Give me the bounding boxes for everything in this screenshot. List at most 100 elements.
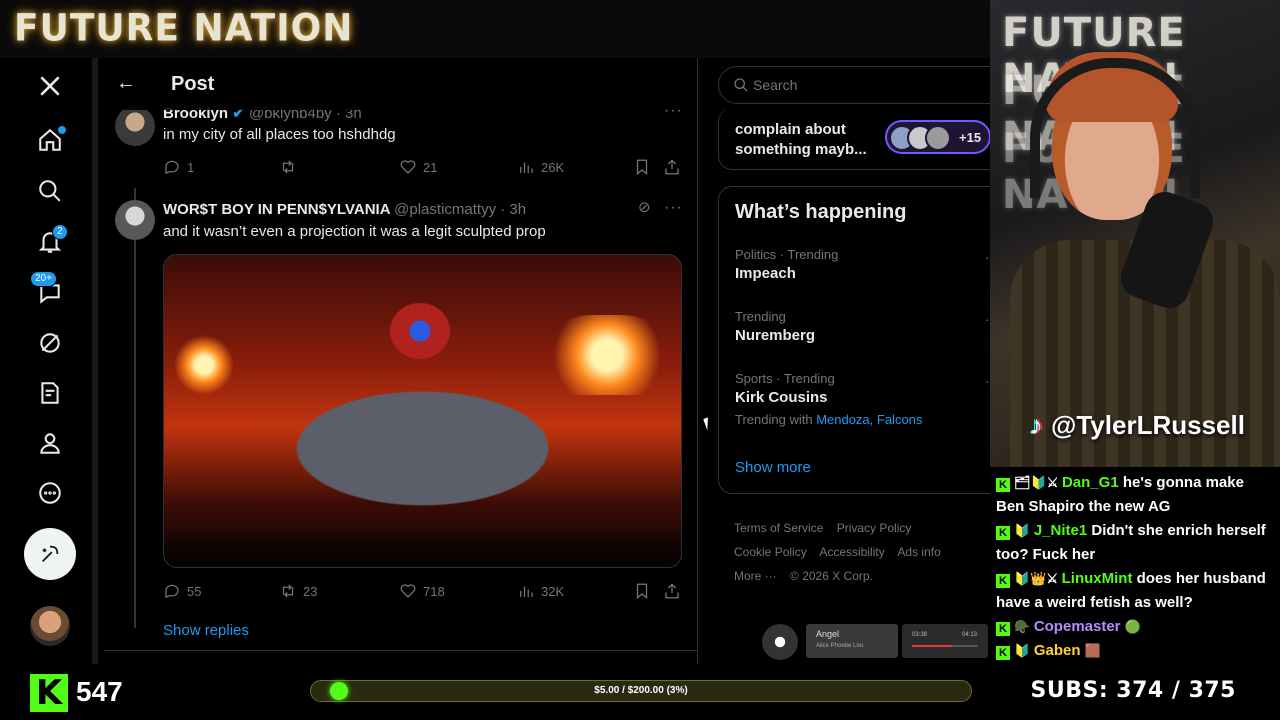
follower-count: 547 — [76, 676, 123, 707]
bookmark-button[interactable] — [633, 158, 651, 176]
album-art — [762, 624, 798, 660]
like-button[interactable]: 21 — [399, 158, 437, 176]
heart-icon — [400, 160, 416, 174]
bell-icon[interactable]: 2 — [30, 222, 70, 262]
trend-item[interactable]: Sports · Trending Kirk Cousins Trending … — [735, 371, 990, 427]
track-elapsed: 03:38 — [912, 632, 928, 638]
trend-item[interactable]: Politics · Trending Impeach — [735, 247, 990, 282]
search-input[interactable]: Search — [718, 66, 990, 104]
share-button[interactable] — [663, 582, 681, 600]
tweet-more-icon[interactable]: ··· — [664, 199, 683, 217]
live-space-card[interactable]: complain about something mayb... +15 — [718, 108, 990, 170]
message-badge: 20+ — [30, 271, 57, 287]
share-icon — [665, 583, 679, 599]
tweet-avatar[interactable] — [115, 200, 155, 240]
kick-badge-icon: K — [996, 478, 1010, 492]
flame-effect — [174, 335, 234, 395]
views-icon — [520, 586, 533, 597]
tweet-author-name[interactable]: WOR$T BOY IN PENN$YLVANIA @plasticmattyy… — [163, 201, 526, 218]
kick-badge-icon: K — [996, 646, 1010, 660]
profile-icon[interactable] — [30, 423, 70, 463]
x-logo-icon[interactable] — [30, 66, 70, 106]
views-icon — [520, 162, 533, 173]
copyright: © 2026 X Corp. — [790, 569, 873, 583]
home-notification-dot — [58, 126, 66, 134]
tweet-media-image[interactable] — [163, 254, 682, 568]
tiktok-handle: ♪ @TylerLRussell — [1030, 410, 1245, 440]
tweet-actions: 55 23 718 32K — [163, 582, 683, 602]
thread-connector-line — [134, 188, 136, 628]
share-button[interactable] — [663, 158, 681, 176]
views-button[interactable]: 26K — [517, 158, 564, 176]
stream-chat: K 🗂🔰⚔ Dan_G1 he's gonna make Ben Shapiro … — [990, 467, 1280, 667]
privacy-link[interactable]: Privacy Policy — [837, 521, 912, 535]
cookie-link[interactable]: Cookie Policy — [734, 545, 807, 559]
drafts-icon[interactable] — [30, 373, 70, 413]
home-icon[interactable] — [30, 120, 70, 160]
kick-badge-icon: K — [996, 622, 1010, 636]
retweet-icon — [282, 160, 294, 174]
now-playing-widget: Angel Alice Phoebe Lou 03:38 04:13 — [762, 622, 990, 662]
notification-badge: 2 — [52, 224, 68, 240]
trends-title: What’s happening — [735, 201, 907, 223]
grok-icon[interactable] — [30, 323, 70, 363]
kick-logo-icon: K — [30, 674, 68, 712]
retweet-icon — [282, 584, 294, 598]
bookmark-icon — [636, 159, 648, 176]
sub-count: SUBS: 374 / 375 — [1030, 678, 1236, 703]
accessibility-link[interactable]: Accessibility — [819, 545, 884, 559]
heart-icon — [400, 584, 416, 598]
goal-text: $5.00 / $200.00 (3%) — [594, 685, 688, 696]
reply-button[interactable]: 1 — [163, 158, 194, 176]
performer-sphere — [390, 303, 450, 359]
track-total: 04:13 — [962, 632, 978, 638]
trend-item[interactable]: Trending Nuremberg — [735, 309, 990, 344]
track-title: Angel — [816, 629, 840, 639]
kick-badge-icon: K — [996, 526, 1010, 540]
reply-button[interactable]: 55 — [163, 582, 201, 600]
tweet-actions: 1 21 26K — [163, 158, 683, 178]
search-icon — [734, 78, 748, 92]
tweet-avatar[interactable] — [115, 106, 155, 146]
retweet-button[interactable]: 23 — [279, 582, 317, 600]
space-listeners-pill[interactable]: +15 — [885, 120, 990, 154]
tweet-text: and it wasn’t even a projection it was a… — [163, 223, 546, 240]
share-icon — [665, 159, 679, 175]
grok-explain-icon[interactable]: ⊘ — [638, 198, 652, 216]
back-arrow-icon[interactable]: ← — [116, 72, 136, 95]
more-link[interactable]: More ··· — [734, 569, 777, 583]
like-button[interactable]: 718 — [399, 582, 445, 600]
message-icon[interactable]: 20+ — [30, 271, 70, 313]
track-artist: Alice Phoebe Lou — [816, 643, 864, 649]
tiktok-icon: ♪ — [1030, 410, 1043, 440]
streamer-webcam: FUTURE NATION FUTURE NATION FUTURE NATIO… — [990, 0, 1280, 467]
show-more-link[interactable]: Show more — [735, 459, 811, 476]
page-title: Post — [171, 73, 215, 95]
chat-message: K 🔰👑⚔ LinuxMint does her husband have a w… — [996, 570, 1266, 611]
retweet-button[interactable] — [279, 158, 297, 176]
stream-top-band: FUTURE NATION — [0, 0, 990, 58]
tweet-text: in my city of all places too hshdhdg — [163, 126, 396, 143]
more-icon[interactable] — [30, 473, 70, 513]
views-button[interactable]: 32K — [517, 582, 564, 600]
headset — [1030, 58, 1200, 198]
chat-emote-icon: 🔰👑⚔ — [1014, 571, 1062, 586]
terms-link[interactable]: Terms of Service — [734, 521, 823, 535]
reply-icon — [165, 160, 179, 174]
chat-emote-icon: 🟫 — [1084, 643, 1101, 658]
trend-related-links[interactable]: Mendoza, Falcons — [816, 412, 922, 427]
search-icon[interactable] — [30, 171, 70, 211]
listener-avatar — [925, 125, 951, 151]
post-header: ← Post — [104, 58, 697, 110]
compose-post-button[interactable] — [24, 528, 76, 580]
stream-brand-logo: FUTURE NATION — [14, 6, 354, 51]
account-avatar[interactable] — [30, 606, 70, 646]
bookmark-button[interactable] — [633, 582, 651, 600]
chat-message: K 🗂🔰⚔ Dan_G1 he's gonna make Ben Shapiro … — [996, 474, 1244, 515]
show-replies-link[interactable]: Show replies — [163, 622, 249, 639]
post-timeline: ← Post Brooklyn ✔ @bklynb4by · 3h ··· in… — [104, 58, 698, 664]
whats-happening-panel: What’s happening Politics · Trending Imp… — [718, 186, 990, 494]
flame-effect — [542, 315, 672, 395]
ads-link[interactable]: Ads info — [897, 545, 940, 559]
bookmark-icon — [636, 583, 648, 600]
